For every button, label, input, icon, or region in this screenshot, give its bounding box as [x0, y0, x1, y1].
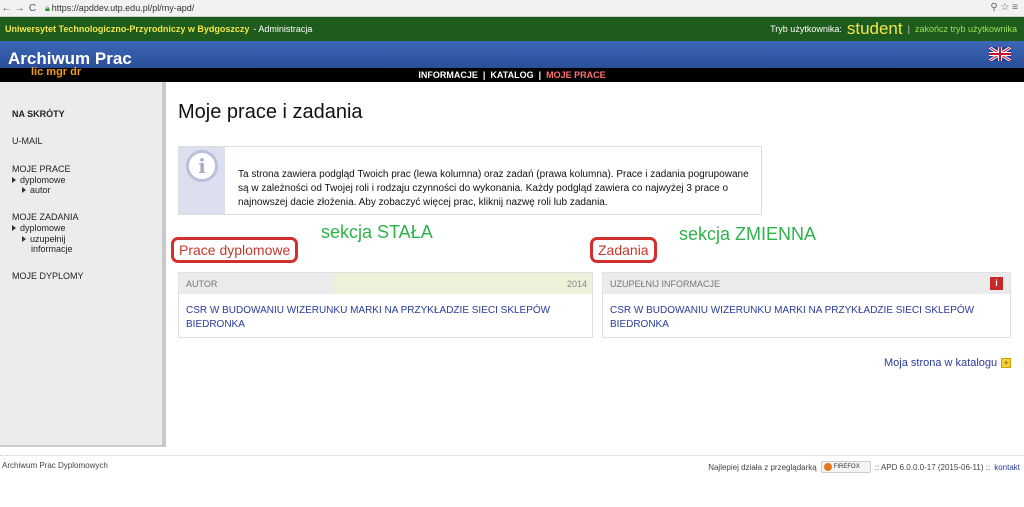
menu-separator: |	[482, 70, 486, 80]
sidebar-item-my-diplomas[interactable]: MOJE DYPLOMY	[12, 271, 84, 281]
info-text: Ta strona zawiera podgląd Twoich prac (l…	[238, 169, 749, 208]
sidebar-subitem-complete-info[interactable]: uzupełnij	[22, 234, 66, 244]
catalog-link[interactable]: Moja strona w katalogu +	[884, 357, 1012, 369]
sidebar: NA SKRÓTY U-MAIL MOJE PRACE dyplomowe au…	[0, 82, 166, 447]
triangle-icon	[12, 177, 16, 183]
panel-author: AUTOR 2014 CSR W BUDOWANIU WIZERUNKU MAR…	[178, 272, 593, 338]
menu-katalog[interactable]: KATALOG	[490, 70, 533, 80]
app-subtitle: lic mgr dr	[31, 66, 82, 78]
sidebar-shortcuts: NA SKRÓTY	[12, 109, 65, 119]
sidebar-subitem-diploma-works[interactable]: dyplomowe	[12, 175, 66, 185]
plus-icon: +	[1001, 358, 1012, 369]
end-user-mode-link[interactable]: zakończ tryb użytkownika	[915, 24, 1017, 34]
top-bar: Uniwersytet Technologiczno-Przyrodniczy …	[0, 17, 1024, 41]
user-mode: Tryb użytkownika: student | zakończ tryb…	[770, 17, 1017, 41]
info-strip: i	[179, 147, 225, 214]
browser-recommendation: Najlepiej działa z przeglądarką	[708, 462, 817, 472]
sidebar-subitem-author[interactable]: autor	[22, 185, 51, 195]
firefox-badge-icon[interactable]: FIREFOX	[820, 461, 871, 473]
panel-task-complete-info[interactable]: UZUPEŁNIJ INFORMACJE	[610, 279, 720, 289]
sidebar-item-umail[interactable]: U-MAIL	[12, 136, 43, 146]
task-title-link[interactable]: CSR W BUDOWANIU WIZERUNKU MARKI NA PRZYK…	[610, 304, 990, 332]
english-flag-icon[interactable]	[989, 47, 1011, 61]
app-header: Archiwum Prac	[0, 41, 1024, 68]
panel-role-author[interactable]: AUTOR	[186, 279, 217, 289]
info-badge-icon[interactable]: i	[990, 277, 1003, 290]
panel-header: UZUPEŁNIJ INFORMACJE i	[603, 273, 1010, 294]
info-box: i Ta strona zawiera podgląd Twoich prac …	[178, 146, 762, 215]
panel-header: AUTOR 2014	[179, 273, 592, 294]
annotation-fixed-section: sekcja STAŁA	[321, 222, 433, 242]
menu-informacje[interactable]: INFORMACJE	[418, 70, 478, 80]
browser-address-bar: ← → C 🔒︎ https://apddev.utp.edu.pl/pl/my-…	[0, 0, 1024, 17]
footer-title: Archiwum Prac Dyplomowych	[2, 461, 108, 470]
separator: |	[907, 24, 910, 34]
main-menu: INFORMACJE | KATALOG | MOJE PRACE	[0, 68, 1024, 82]
triangle-icon	[22, 236, 26, 242]
menu-moje-prace[interactable]: MOJE PRACE	[546, 70, 606, 80]
search-icon[interactable]: ⚲ ☆ ≡	[990, 2, 1018, 13]
sidebar-subitem-complete-info-2[interactable]: informacje	[31, 244, 73, 254]
university-name[interactable]: Uniwersytet Technologiczno-Przyrodniczy …	[5, 24, 249, 34]
back-icon[interactable]: ←	[0, 3, 13, 14]
footer-info: Najlepiej działa z przeglądarką FIREFOX …	[708, 461, 1020, 473]
section-tasks[interactable]: Zadania	[590, 237, 657, 263]
triangle-icon	[22, 187, 26, 193]
administration-link[interactable]: - Administracja	[253, 24, 312, 34]
page-title: Moje prace i zadania	[178, 101, 363, 123]
panel-year: 2014	[334, 273, 592, 294]
section-diploma-works[interactable]: Prace dyplomowe	[171, 237, 299, 263]
sidebar-item-my-tasks[interactable]: MOJE ZADANIA	[12, 212, 79, 222]
sidebar-item-my-works[interactable]: MOJE PRACE	[12, 164, 71, 174]
info-icon: i	[186, 150, 218, 182]
user-mode-label: Tryb użytkownika:	[770, 24, 842, 34]
triangle-icon	[12, 225, 16, 231]
user-mode-value: student	[846, 19, 903, 38]
lock-icon: 🔒︎	[45, 2, 50, 13]
panel-complete-info: UZUPEŁNIJ INFORMACJE i CSR W BUDOWANIU W…	[602, 272, 1011, 338]
work-title-link[interactable]: CSR W BUDOWANIU WIZERUNKU MARKI NA PRZYK…	[186, 304, 566, 332]
url-field[interactable]: 🔒︎ https://apddev.utp.edu.pl/pl/my-apd/	[45, 3, 194, 14]
version-info: :: APD 6.0.0.0-17 (2015-06-11) ::	[874, 462, 991, 472]
forward-icon[interactable]: →	[13, 3, 26, 14]
footer: Archiwum Prac Dyplomowych Najlepiej dzia…	[0, 455, 1024, 475]
annotation-variable-section: sekcja ZMIENNA	[679, 224, 817, 244]
contact-link[interactable]: kontakt	[994, 463, 1020, 472]
reload-icon[interactable]: C	[26, 3, 39, 14]
sidebar-subitem-diploma-tasks[interactable]: dyplomowe	[12, 223, 66, 233]
menu-separator: |	[538, 70, 542, 80]
